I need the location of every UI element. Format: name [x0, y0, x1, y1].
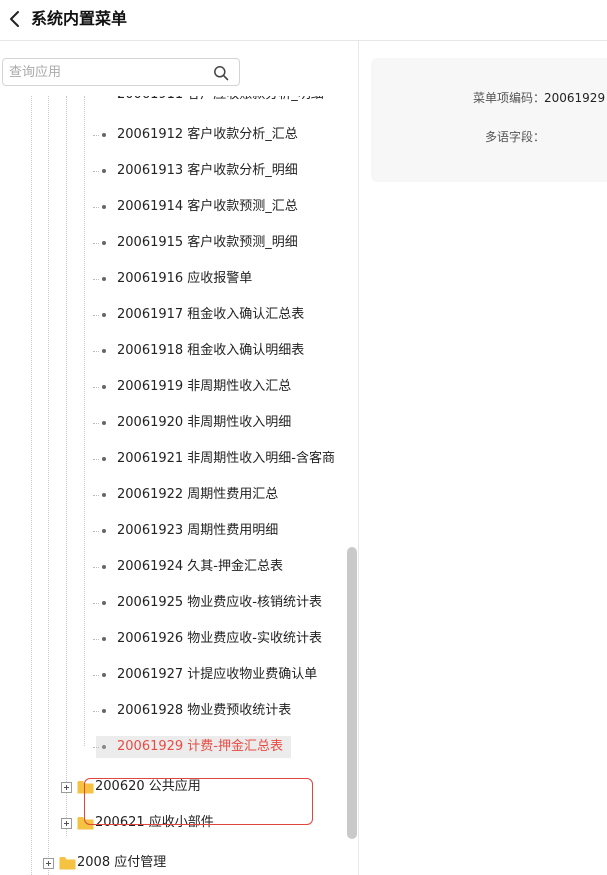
leaf-bullet-icon: [102, 709, 106, 713]
leaf-bullet-icon: [102, 421, 106, 425]
tree-leaf-label: 20061914 客户收款预测_汇总: [117, 199, 298, 214]
tree-guide-line: [66, 96, 67, 836]
leaf-bullet-icon: [102, 349, 106, 353]
multilang-field-label: 多语字段：: [484, 130, 545, 144]
leaf-bullet-icon: [102, 673, 106, 677]
tree-guide-line: [84, 96, 85, 746]
tree-leaf[interactable]: 20061925 物业费应收-核销统计表: [93, 592, 322, 614]
tree-leaf-label: 20061926 物业费应收-实收统计表: [117, 631, 322, 646]
leaf-bullet-icon: [102, 529, 106, 533]
detail-panel: 菜单项编码： 20061929 多语字段：: [360, 41, 607, 875]
tree-leaf-selected[interactable]: 20061929 计费-押金汇总表: [93, 736, 291, 758]
tree-leaf-label: 20061924 久其-押金汇总表: [117, 559, 283, 574]
tree-leaf-label: 20061920 非周期性收入明细: [117, 415, 292, 430]
leaf-bullet-icon: [102, 637, 106, 641]
tree-leaf-label: 20061917 租金收入确认汇总表: [117, 307, 305, 322]
chevron-left-icon[interactable]: [6, 8, 24, 30]
tree-leaf-label: 20061927 计提应收物业费确认单: [117, 667, 318, 682]
folder-icon: [77, 781, 94, 794]
tree-leaf[interactable]: 20061912 客户收款分析_汇总: [93, 124, 298, 146]
menu-tree-panel: 20061911 客户应收账款分析_明细 20061912 客户收款分析_汇总 …: [0, 41, 359, 875]
tree-leaf[interactable]: 20061923 周期性费用明细: [93, 520, 279, 542]
tree-leaf[interactable]: 20061913 客户收款分析_明细: [93, 160, 298, 182]
menu-tree: 20061911 客户应收账款分析_明细 20061912 客户收款分析_汇总 …: [0, 96, 345, 875]
tree-leaf-label: 20061921 非周期性收入明细-含客商: [117, 451, 335, 466]
folder-label: 200620 公共应用: [95, 779, 201, 794]
tree-leaf-label: 20061918 租金收入确认明细表: [117, 343, 305, 358]
tree-leaf-label: 20061916 应收报警单: [117, 271, 253, 286]
leaf-bullet-icon: [102, 169, 106, 173]
expand-plus-icon[interactable]: [61, 817, 72, 829]
leaf-bullet-icon: [102, 745, 106, 749]
expand-plus-icon[interactable]: [43, 857, 54, 869]
tree-leaf[interactable]: 20061922 周期性费用汇总: [93, 484, 279, 506]
leaf-bullet-icon: [102, 133, 106, 137]
tree-leaf-label: 20061915 客户收款预测_明细: [117, 235, 298, 250]
folder-label: 2008 应付管理: [77, 855, 167, 870]
menu-code-label: 菜单项编码：: [472, 91, 545, 105]
tree-folder-200621[interactable]: 200621 应收小部件: [61, 812, 214, 834]
tree-leaf[interactable]: 20061928 物业费预收统计表: [93, 700, 292, 722]
search-box: [2, 58, 240, 86]
tree-leaf-label: 20061923 周期性费用明细: [117, 523, 279, 538]
tree-leaf[interactable]: 20061924 久其-押金汇总表: [93, 556, 283, 578]
leaf-bullet-icon: [102, 277, 106, 281]
tree-leaf[interactable]: 20061919 非周期性收入汇总: [93, 376, 292, 398]
tree-guide-line: [31, 96, 32, 875]
search-input[interactable]: [9, 61, 204, 83]
tree-leaf-label: 20061925 物业费应收-核销统计表: [117, 595, 322, 610]
page-header: 系统内置菜单: [0, 0, 607, 41]
leaf-bullet-icon: [102, 385, 106, 389]
page-title: 系统内置菜单: [31, 9, 128, 28]
search-icon[interactable]: [213, 65, 229, 81]
tree-leaf[interactable]: 20061920 非周期性收入明细: [93, 412, 292, 434]
tree-leaf-label: 20061919 非周期性收入汇总: [117, 379, 292, 394]
tree-leaf-label: 20061922 周期性费用汇总: [117, 487, 279, 502]
tree-leaf-partial[interactable]: 20061911 客户应收账款分析_明细: [96, 96, 324, 118]
leaf-bullet-icon: [102, 457, 106, 461]
leaf-bullet-icon: [102, 565, 106, 569]
tree-leaf-label: 20061912 客户收款分析_汇总: [117, 127, 298, 142]
tree-folder-2008[interactable]: 2008 应付管理: [43, 852, 166, 874]
folder-icon: [77, 817, 94, 830]
tree-guide-line: [48, 96, 49, 875]
tree-leaf[interactable]: 20061915 客户收款预测_明细: [93, 232, 298, 254]
tree-leaf[interactable]: 20061917 租金收入确认汇总表: [93, 304, 305, 326]
tree-leaf-label: 20061929 计费-押金汇总表: [117, 739, 283, 754]
expand-plus-icon[interactable]: [61, 781, 72, 793]
tree-leaf-label: 20061928 物业费预收统计表: [117, 703, 292, 718]
tree-scrollbar-thumb[interactable]: [347, 547, 357, 839]
tree-leaf[interactable]: 20061914 客户收款预测_汇总: [93, 196, 298, 218]
tree-folder-200620[interactable]: 200620 公共应用: [61, 776, 201, 798]
tree-leaf-label: 20061911 客户应收账款分析_明细: [117, 96, 324, 106]
folder-label: 200621 应收小部件: [95, 815, 214, 830]
leaf-bullet-icon: [102, 205, 106, 209]
tree-leaf[interactable]: 20061918 租金收入确认明细表: [93, 340, 305, 362]
leaf-bullet-icon: [102, 241, 106, 245]
folder-icon: [59, 857, 76, 870]
tree-leaf[interactable]: 20061926 物业费应收-实收统计表: [93, 628, 322, 650]
leaf-bullet-icon: [102, 601, 106, 605]
leaf-bullet-icon: [102, 313, 106, 317]
tree-leaf[interactable]: 20061916 应收报警单: [93, 268, 253, 290]
tree-leaf-label: 20061913 客户收款分析_明细: [117, 163, 298, 178]
tree-leaf[interactable]: 20061921 非周期性收入明细-含客商: [93, 448, 335, 470]
leaf-bullet-icon: [102, 493, 106, 497]
menu-code-value: 20061929: [544, 91, 606, 105]
tree-leaf[interactable]: 20061927 计提应收物业费确认单: [93, 664, 318, 686]
detail-card: 菜单项编码： 20061929 多语字段：: [371, 58, 607, 182]
